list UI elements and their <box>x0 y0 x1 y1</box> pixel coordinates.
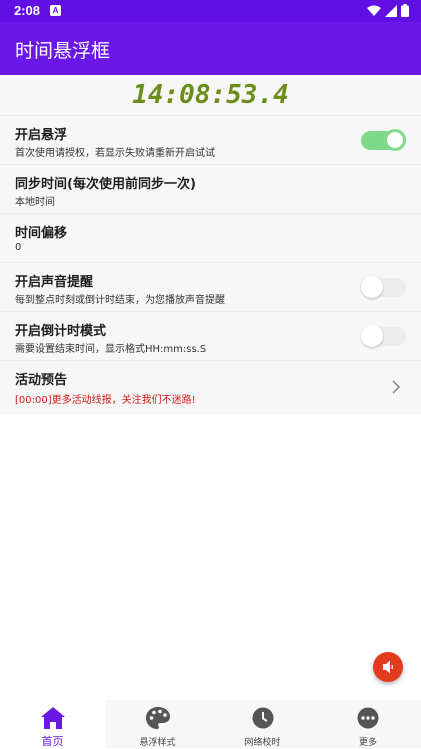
app-bar: 时间悬浮框 <box>0 22 421 75</box>
nav-label: 首页 <box>41 735 64 748</box>
sound-fab-button[interactable] <box>373 652 403 682</box>
float-toggle[interactable] <box>361 129 406 151</box>
nav-item-style[interactable]: 悬浮样式 <box>105 700 210 748</box>
setting-title: 同步时间(每次使用前同步一次) <box>15 177 196 192</box>
setting-subtitle: 0 <box>15 242 22 253</box>
setting-row-time-offset[interactable]: 时间偏移 0 <box>0 214 421 263</box>
toggle-thumb <box>384 129 406 151</box>
palette-icon <box>145 707 170 729</box>
status-icons <box>367 4 409 17</box>
setting-title: 活动预告 <box>15 373 68 388</box>
more-icon <box>357 707 379 729</box>
status-time: 2:08 <box>14 3 41 18</box>
signal-icon <box>385 4 397 17</box>
setting-title: 开启声音提醒 <box>15 275 94 290</box>
setting-row-sync-time[interactable]: 同步时间(每次使用前同步一次) 本地时间 <box>0 165 421 214</box>
setting-row-sound-alert[interactable]: 开启声音提醒 每到整点时刻或倒计时结束，为您播放声音提醒 <box>0 263 421 312</box>
setting-subtitle: 本地时间 <box>15 197 55 208</box>
chevron-right-icon <box>392 380 401 394</box>
activity-notice-text: [00:00]更多活动线报，关注我们不迷路! <box>15 395 196 406</box>
nav-label: 网络校时 <box>244 738 281 748</box>
status-bar: 2:08 A <box>0 0 421 22</box>
toggle-thumb <box>361 325 383 347</box>
setting-title: 开启悬浮 <box>15 128 68 143</box>
nav-item-more[interactable]: 更多 <box>315 700 421 748</box>
home-icon <box>40 707 65 729</box>
setting-subtitle: 每到整点时刻或倒计时结束，为您播放声音提醒 <box>15 295 225 306</box>
nav-label: 悬浮样式 <box>139 738 176 748</box>
setting-subtitle: 首次使用请授权，若显示失败请重新开启试试 <box>15 148 215 159</box>
battery-icon <box>401 4 409 17</box>
clock-icon <box>252 707 273 729</box>
setting-row-float[interactable]: 开启悬浮 首次使用请授权，若显示失败请重新开启试试 <box>0 116 421 165</box>
notification-badge-icon: A <box>50 5 61 16</box>
nav-label: 更多 <box>358 738 377 748</box>
nav-item-home[interactable]: 首页 <box>0 700 105 748</box>
wifi-icon <box>367 5 381 16</box>
page-title: 时间悬浮框 <box>15 40 111 62</box>
clock-display: 14:08:53.4 <box>0 75 421 116</box>
nav-item-network-time[interactable]: 网络校时 <box>210 700 315 748</box>
setting-row-activity-notice[interactable]: 活动预告 [00:00]更多活动线报，关注我们不迷路! <box>0 361 421 414</box>
setting-subtitle: 需要设置结束时间，显示格式HH:mm:ss.S <box>15 344 207 355</box>
speaker-icon <box>383 660 393 674</box>
setting-row-countdown[interactable]: 开启倒计时模式 需要设置结束时间，显示格式HH:mm:ss.S <box>0 312 421 361</box>
clock-time: 14:08:53.4 <box>132 80 289 110</box>
bottom-nav: 首页 悬浮样式 网络校时 更多 <box>0 700 421 748</box>
toggle-thumb <box>361 276 383 298</box>
countdown-toggle[interactable] <box>361 325 406 347</box>
setting-title: 时间偏移 <box>15 226 68 241</box>
setting-title: 开启倒计时模式 <box>15 324 107 339</box>
sound-alert-toggle[interactable] <box>361 276 406 298</box>
